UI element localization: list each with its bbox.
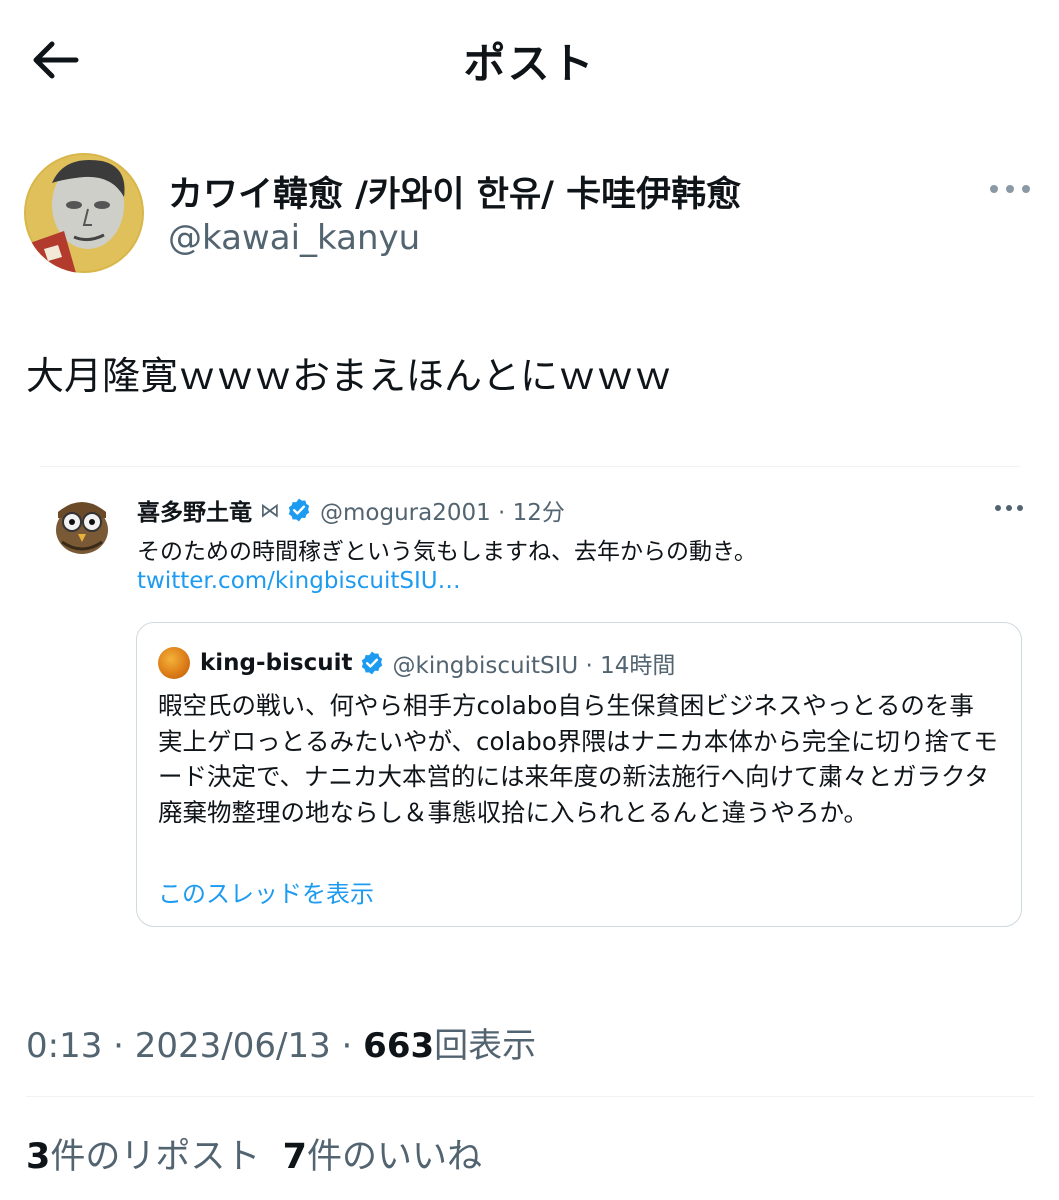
quoted-display-name[interactable]: 喜多野土竜 (137, 493, 252, 527)
views-label: 回表示 (434, 1026, 537, 1066)
show-thread-link[interactable]: このスレッドを表示 (158, 874, 374, 909)
nested-quote-display-name[interactable]: king-biscuit (200, 650, 353, 676)
quoted-more-icon[interactable] (994, 503, 1024, 513)
nested-quote-text: 暇空氏の戦い、何やら相手方colabo自ら生保貧困ビジネスやっとるのを事実上ゲロ… (158, 691, 998, 827)
divider (26, 1096, 1034, 1097)
post-timestamp: 0:13 · 2023/06/13 · 663回表示 (26, 1018, 536, 1067)
author-display-name[interactable]: カワイ韓愈 /카와이 한유/ 卡哇伊韩愈 (168, 166, 741, 217)
quoted-handle-time: @mogura2001 · 12分 (320, 500, 565, 526)
likes-label: 件のいいね (307, 1137, 483, 1177)
engagement-stats: 3件のリポスト 7件のいいね (26, 1128, 482, 1179)
more-options-icon[interactable] (988, 180, 1032, 198)
divider (40, 466, 1020, 467)
author-avatar[interactable] (24, 153, 144, 273)
reposts-label: 件のリポスト (50, 1137, 261, 1177)
views-count: 663 (363, 1026, 435, 1066)
time-date[interactable]: 0:13 · 2023/06/13 · (26, 1026, 363, 1066)
nested-quote-header: king-biscuit @kingbiscuitSIU · 14時間 (158, 646, 675, 680)
likes-count: 7 (282, 1137, 307, 1177)
verified-badge-icon (288, 498, 310, 522)
reposts-count: 3 (26, 1137, 51, 1177)
nested-quote-avatar[interactable] (158, 647, 190, 679)
bowtie-icon: ⋈ (260, 498, 280, 522)
page-title: ポスト (463, 39, 596, 88)
reposts-link[interactable]: 3件のリポスト (26, 1137, 260, 1177)
author-handle[interactable]: @kawai_kanyu (168, 218, 420, 258)
likes-link[interactable]: 7件のいいね (283, 1137, 482, 1177)
quoted-link[interactable]: twitter.com/kingbiscuitSIU… (137, 568, 461, 594)
quoted-avatar[interactable] (48, 490, 116, 558)
quoted-text: そのための時間稼ぎという気もしますね、去年からの動き。 (137, 539, 757, 565)
post-text: 大月隆寛ｗｗｗおまえほんとにｗｗｗ (26, 354, 673, 398)
nested-quote-handle-time: @kingbiscuitSIU · 14時間 (392, 653, 676, 679)
verified-badge-icon (361, 651, 382, 675)
quoted-header: 喜多野土竜 ⋈ @mogura2001 · 12分 (137, 493, 565, 527)
